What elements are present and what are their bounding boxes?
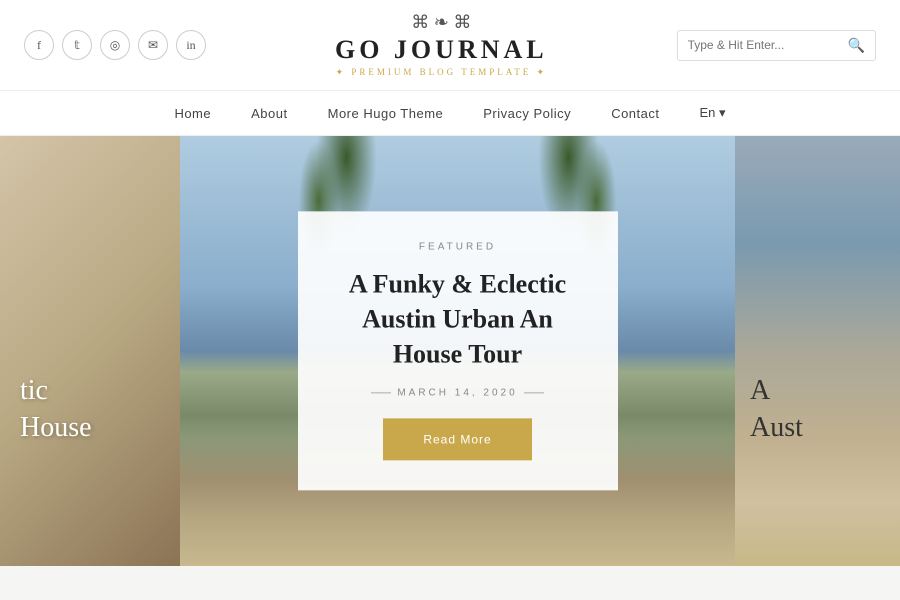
twitter-icon[interactable]: 𝕥: [62, 30, 92, 60]
slide-left-background: [0, 136, 180, 566]
site-header: f 𝕥 ◎ ✉ in ⌘ ❧ ⌘ GO JOURNAL ✦ PREMIUM BL…: [0, 0, 900, 91]
search-button[interactable]: 🔍: [838, 31, 875, 60]
search-bar: 🔍: [677, 30, 876, 61]
nav-item-about[interactable]: About: [251, 106, 287, 121]
logo-title[interactable]: GO JOURNAL: [206, 35, 677, 65]
email-icon[interactable]: ✉: [138, 30, 168, 60]
nav-item-contact[interactable]: Contact: [611, 106, 659, 121]
featured-label: FEATURED: [338, 241, 578, 252]
nav-item-privacy[interactable]: Privacy Policy: [483, 106, 571, 121]
slide-left-title: tic House: [20, 373, 92, 446]
linkedin-icon[interactable]: in: [176, 30, 206, 60]
read-more-button[interactable]: Read More: [383, 419, 531, 461]
nav-item-more-hugo[interactable]: More Hugo Theme: [328, 106, 444, 121]
main-nav: Home About More Hugo Theme Privacy Polic…: [0, 91, 900, 136]
slide-left: tic House: [0, 136, 180, 566]
logo-ornament: ⌘ ❧ ⌘: [206, 12, 677, 33]
featured-card: FEATURED A Funky & Eclectic Austin Urban…: [298, 211, 618, 490]
nav-item-home[interactable]: Home: [174, 106, 211, 121]
facebook-icon[interactable]: f: [24, 30, 54, 60]
language-selector[interactable]: En ▾: [700, 105, 726, 121]
slide-right-title: A Aust: [750, 373, 803, 446]
logo-subtitle: ✦ PREMIUM BLOG TEMPLATE ✦: [206, 67, 677, 78]
instagram-icon[interactable]: ◎: [100, 30, 130, 60]
featured-date: MARCH 14, 2020: [338, 388, 578, 399]
slide-right-background: [735, 136, 900, 566]
search-input[interactable]: [678, 32, 838, 58]
slide-right: A Aust: [735, 136, 900, 566]
featured-title: A Funky & Eclectic Austin Urban An House…: [338, 266, 578, 371]
social-icons-group: f 𝕥 ◎ ✉ in: [24, 30, 206, 60]
hero-slider: tic House FEATURED A Funky & Eclectic Au…: [0, 136, 900, 566]
slide-center: FEATURED A Funky & Eclectic Austin Urban…: [180, 136, 735, 566]
site-logo: ⌘ ❧ ⌘ GO JOURNAL ✦ PREMIUM BLOG TEMPLATE…: [206, 12, 677, 78]
